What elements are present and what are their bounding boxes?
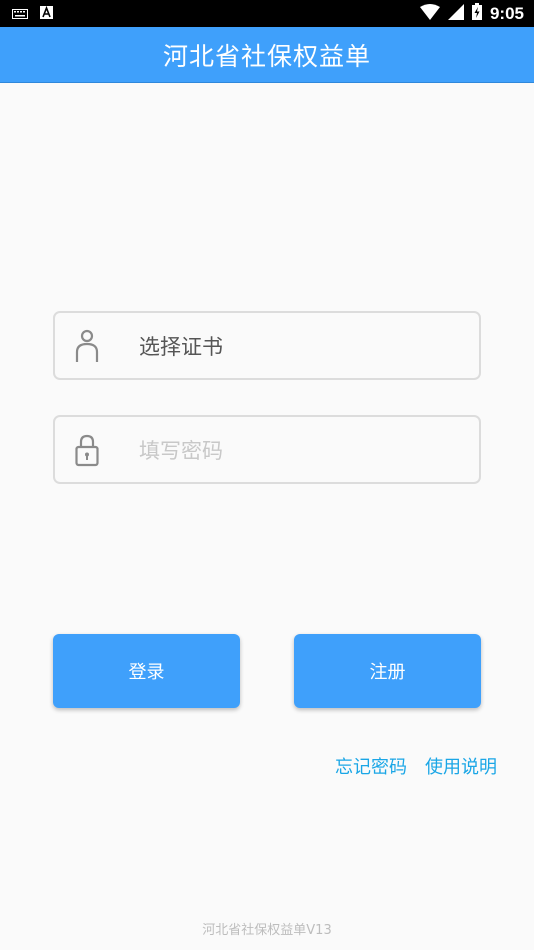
help-links: 忘记密码 使用说明 xyxy=(335,753,497,779)
lock-icon xyxy=(57,417,117,482)
login-button[interactable]: 登录 xyxy=(53,634,240,708)
status-bar: 9:05 xyxy=(0,0,534,27)
a-badge-icon xyxy=(40,4,53,23)
register-button[interactable]: 注册 xyxy=(294,634,481,708)
person-icon xyxy=(57,313,117,378)
keyboard-icon xyxy=(12,4,28,23)
status-time: 9:05 xyxy=(489,3,524,23)
app-bar: 河北省社保权益单 xyxy=(0,27,534,83)
forgot-password-link[interactable]: 忘记密码 xyxy=(335,753,407,779)
instructions-link[interactable]: 使用说明 xyxy=(425,753,497,779)
password-field[interactable]: 填写密码 xyxy=(53,415,481,484)
certificate-select-text: 选择证书 xyxy=(139,334,223,359)
battery-charging-icon xyxy=(471,3,482,24)
version-footer: 河北省社保权益单V13 xyxy=(202,923,332,938)
password-placeholder: 填写密码 xyxy=(139,438,223,463)
cell-signal-icon xyxy=(447,3,464,24)
page-title: 河北省社保权益单 xyxy=(162,41,371,71)
certificate-select-field[interactable]: 选择证书 xyxy=(53,311,481,380)
wifi-icon xyxy=(419,3,440,24)
